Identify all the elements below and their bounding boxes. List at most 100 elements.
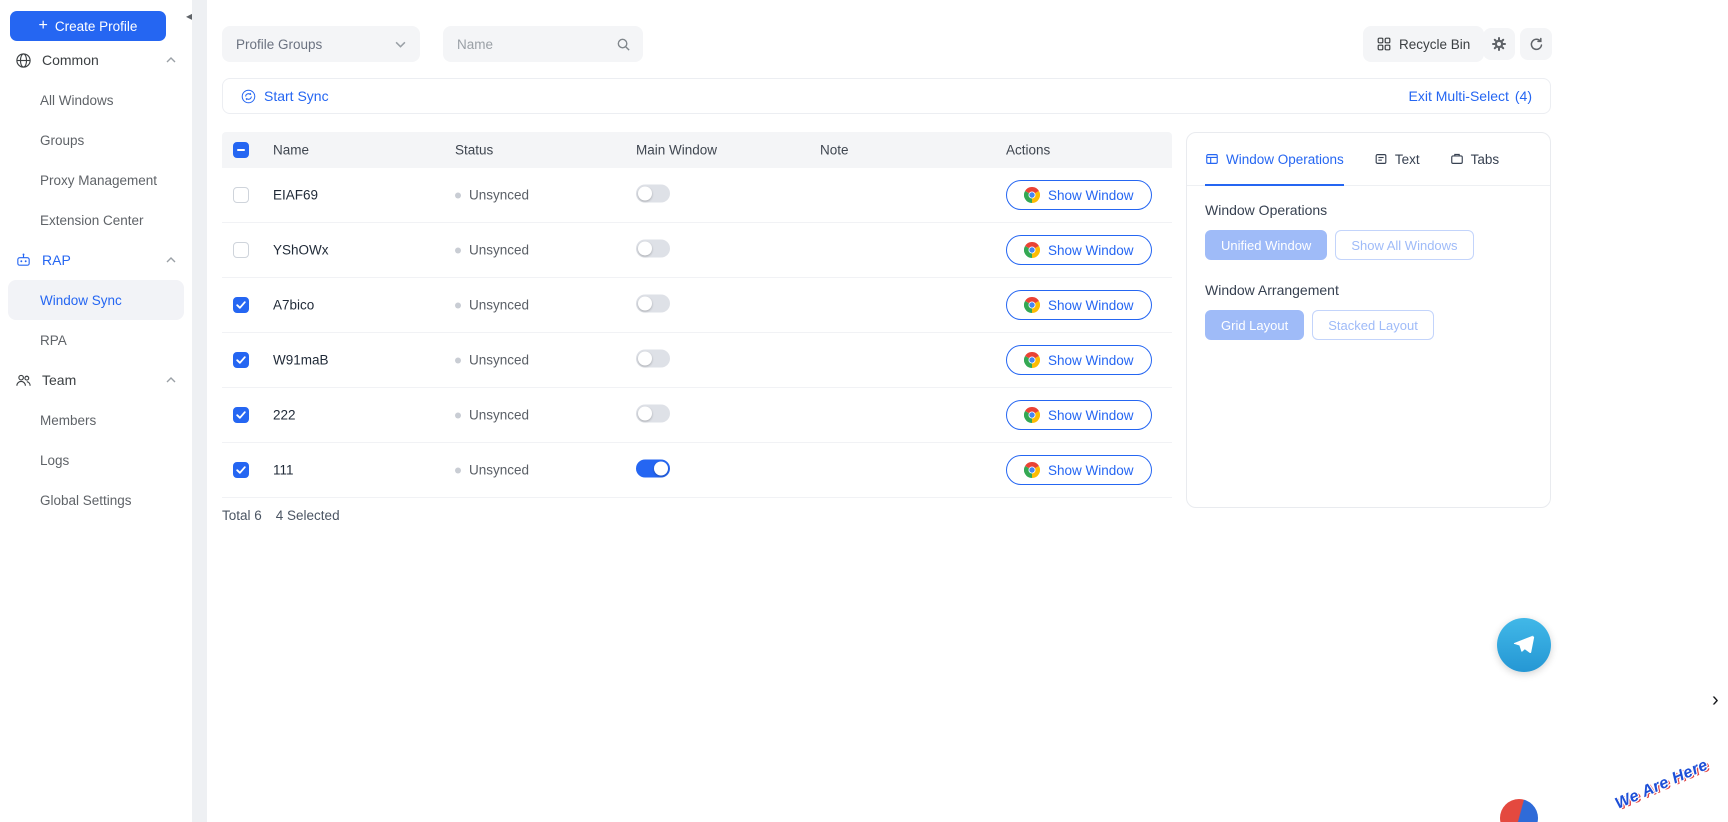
telegram-button[interactable] [1497,618,1551,672]
status-label: Unsynced [469,408,529,423]
exit-multi-select-button[interactable]: Exit Multi-Select (4) [1409,88,1532,104]
chrome-icon [1024,462,1040,478]
sidebar-item-proxy-management[interactable]: Proxy Management [8,160,184,200]
window-arrangement-buttons: Grid Layout Stacked Layout [1205,310,1532,340]
table-row: 111 Unsynced Show Window [222,443,1172,498]
sidebar-item-all-windows[interactable]: All Windows [8,80,184,120]
show-window-button[interactable]: Show Window [1006,455,1152,485]
status-dot [455,192,461,198]
show-window-label: Show Window [1048,408,1134,423]
robot-icon [14,251,32,269]
sidebar-item-extension-center[interactable]: Extension Center [8,200,184,240]
table-row: A7bico Unsynced Show Window [222,278,1172,333]
select-all-checkbox[interactable] [233,142,249,158]
sidebar-item-label: Groups [40,133,84,148]
panel-tabs: Window Operations Text Tabs [1187,133,1550,186]
main-window-cell [636,240,670,261]
status-dot [455,247,461,253]
row-checkbox[interactable] [233,462,249,478]
actions-cell: Show Window [1006,400,1152,430]
status-label: Unsynced [469,243,529,258]
status-cell: Unsynced [455,408,529,423]
sidebar-gutter [192,0,207,822]
recycle-bin-button[interactable]: Recycle Bin [1363,26,1484,62]
settings-button[interactable] [1483,28,1515,60]
show-window-label: Show Window [1048,188,1134,203]
sidebar-item-members[interactable]: Members [8,400,184,440]
start-sync-button[interactable]: Start Sync [241,88,329,104]
refresh-button[interactable] [1520,28,1552,60]
row-checkbox[interactable] [233,297,249,313]
toggle-knob [654,462,668,476]
expand-arrow[interactable]: › [1712,690,1719,710]
section-label-common: Common [42,52,166,68]
toggle-knob [638,242,652,256]
tab-text[interactable]: Text [1374,133,1420,185]
search-input[interactable] [455,36,616,53]
sidebar-section-team[interactable]: Team [0,360,192,400]
window-sync-page: + Create Profile Common All Windows Grou… [0,0,1728,822]
search-box [443,26,643,62]
sidebar-item-logs[interactable]: Logs [8,440,184,480]
status-cell: Unsynced [455,298,529,313]
sidebar-item-label: RPA [40,333,67,348]
main-window-toggle[interactable] [636,460,670,478]
chrome-icon [1024,407,1040,423]
main-window-toggle[interactable] [636,405,670,423]
search-icon[interactable] [616,37,631,52]
actions-cell: Show Window [1006,455,1152,485]
stacked-layout-button[interactable]: Stacked Layout [1312,310,1434,340]
sync-icon [241,89,256,104]
grid-layout-button[interactable]: Grid Layout [1205,310,1304,340]
show-window-button[interactable]: Show Window [1006,235,1152,265]
show-window-button[interactable]: Show Window [1006,290,1152,320]
main-window-toggle[interactable] [636,295,670,313]
collapse-sidebar-icon[interactable]: ◂ [186,10,192,22]
table-footer: Total 6 4 Selected [222,508,1172,523]
sidebar-item-label: Members [40,413,96,428]
tab-window-operations[interactable]: Window Operations [1205,133,1344,185]
row-checkbox[interactable] [233,242,249,258]
column-header-status: Status [455,143,493,158]
create-profile-button[interactable]: + Create Profile [10,11,166,41]
show-window-button[interactable]: Show Window [1006,180,1152,210]
tab-tabs[interactable]: Tabs [1450,133,1500,185]
table-body: EIAF69 Unsynced Show Window YShOWx U [222,168,1172,498]
status-label: Unsynced [469,188,529,203]
main-window-toggle[interactable] [636,240,670,258]
sidebar-item-window-sync[interactable]: Window Sync [8,280,184,320]
globe-icon [14,51,32,69]
sidebar: + Create Profile Common All Windows Grou… [0,0,192,822]
main-window-toggle[interactable] [636,350,670,368]
show-window-button[interactable]: Show Window [1006,400,1152,430]
status-dot [455,467,461,473]
row-checkbox[interactable] [233,407,249,423]
sync-bar: Start Sync Exit Multi-Select (4) [222,78,1551,114]
profile-groups-select[interactable]: Profile Groups [222,26,420,62]
show-window-label: Show Window [1048,298,1134,313]
sidebar-item-rpa[interactable]: RPA [8,320,184,360]
profile-name: A7bico [273,298,314,313]
column-header-name: Name [273,143,309,158]
show-all-windows-button[interactable]: Show All Windows [1335,230,1473,260]
unified-window-button[interactable]: Unified Window [1205,230,1327,260]
sidebar-item-label: Extension Center [40,213,144,228]
main-window-toggle[interactable] [636,185,670,203]
sidebar-section-common[interactable]: Common [0,40,192,80]
chrome-icon [1024,187,1040,203]
sidebar-item-global-settings[interactable]: Global Settings [8,480,184,520]
panel-body: Window Operations Unified Window Show Al… [1187,186,1550,378]
row-checkbox[interactable] [233,352,249,368]
selected-count: 4 Selected [276,508,340,523]
sidebar-section-rap[interactable]: RAP [0,240,192,280]
paper-plane-icon [1511,632,1537,658]
column-header-note: Note [820,143,849,158]
status-label: Unsynced [469,463,529,478]
chevron-up-icon [166,257,176,263]
sidebar-item-groups[interactable]: Groups [8,120,184,160]
table-row: EIAF69 Unsynced Show Window [222,168,1172,223]
sidebar-item-label: Logs [40,453,69,468]
row-checkbox[interactable] [233,187,249,203]
show-window-button[interactable]: Show Window [1006,345,1152,375]
recycle-bin-label: Recycle Bin [1399,37,1470,52]
